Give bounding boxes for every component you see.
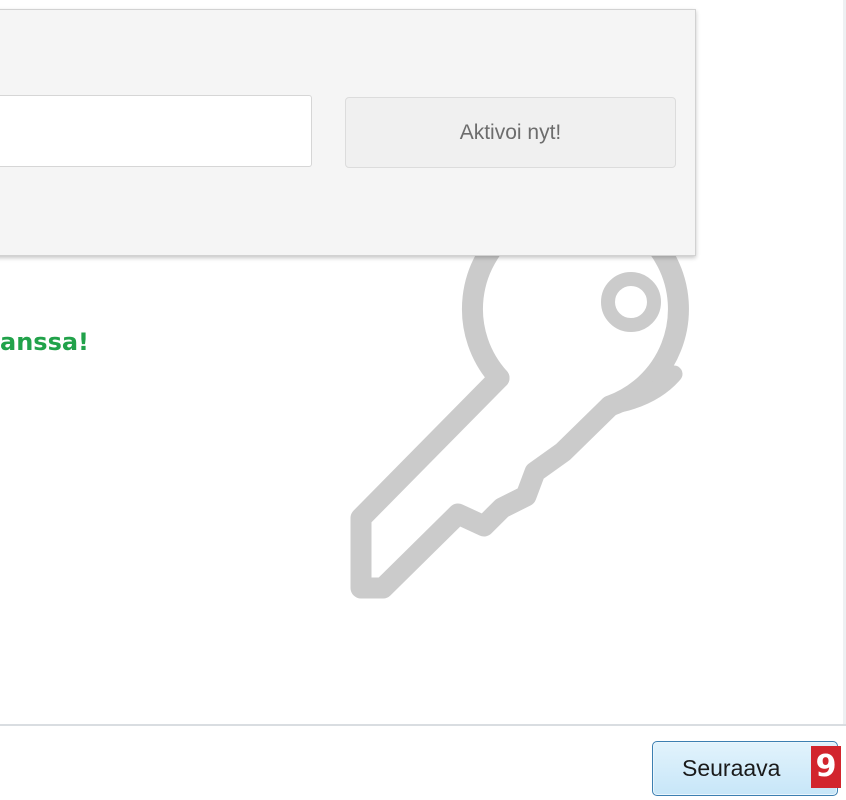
key-icon — [350, 200, 689, 599]
license-key-input[interactable] — [0, 95, 312, 167]
activate-now-button[interactable]: Aktivoi nyt! — [345, 97, 676, 168]
step-number-badge: 9 — [811, 746, 841, 788]
footer-divider — [0, 724, 846, 726]
activation-panel: Aktivoi nyt! — [0, 9, 696, 256]
activation-success-message: anssa! — [0, 328, 89, 356]
